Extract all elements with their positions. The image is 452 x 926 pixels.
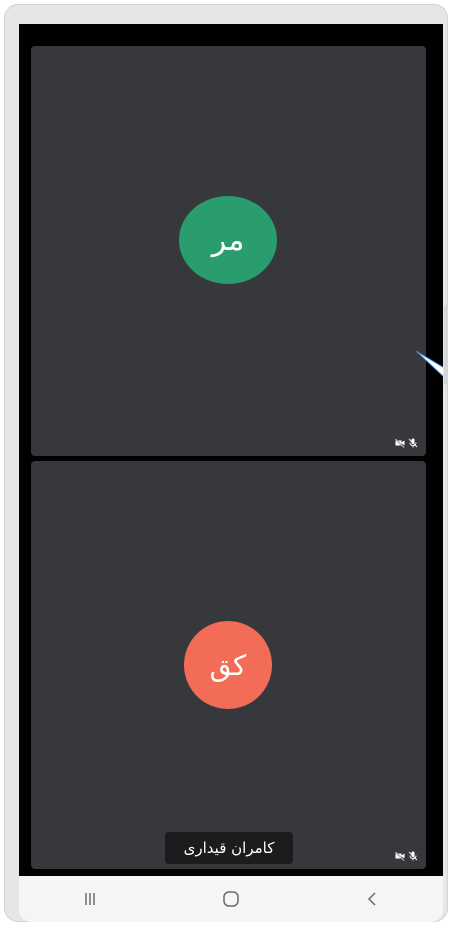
home-button[interactable] [211, 884, 251, 914]
participant-avatar: مر [179, 196, 277, 284]
participant-name-label: کامران قیداری [165, 832, 293, 864]
meeting-screen: مر کق کامران قیداری [19, 24, 443, 876]
mic-off-icon [408, 851, 418, 861]
back-button[interactable] [352, 884, 392, 914]
android-nav-bar [19, 876, 443, 922]
annotation-pointer [416, 351, 443, 377]
participant-status [395, 438, 418, 448]
camera-off-icon [395, 438, 405, 448]
participant-avatar: کق [184, 621, 272, 709]
recent-apps-icon [84, 893, 95, 905]
camera-off-icon [395, 851, 405, 861]
mic-off-icon [408, 438, 418, 448]
participant-tile[interactable]: مر [31, 46, 426, 456]
participant-status [395, 851, 418, 861]
recent-apps-button[interactable] [70, 884, 110, 914]
back-icon [368, 892, 376, 906]
home-icon [223, 891, 239, 907]
participant-tile[interactable]: کق کامران قیداری [31, 461, 426, 869]
